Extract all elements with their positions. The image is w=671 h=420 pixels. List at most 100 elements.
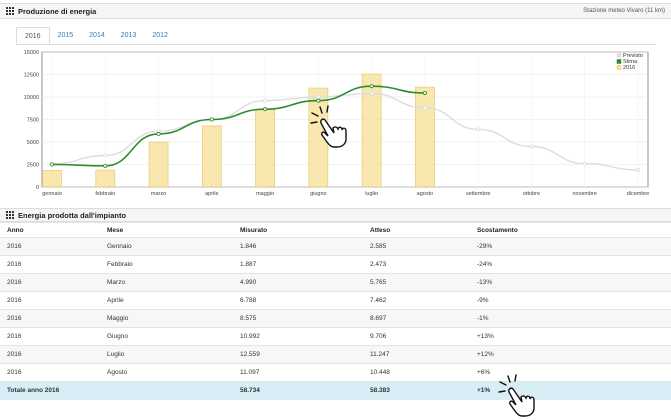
deviation-cell: -13% — [470, 273, 671, 292]
point-previsto — [636, 167, 641, 172]
point-previsto — [422, 105, 427, 110]
table-row: 2016 Gennaio 1.846 2.585 -29% — [0, 237, 671, 256]
year-cell: 2016 — [0, 309, 100, 328]
total-expected: 58.383 — [363, 381, 470, 400]
expected-cell: 5.765 — [363, 273, 470, 292]
expected-cell: 2.585 — [363, 237, 470, 256]
x-tick-label: gennaio — [42, 191, 62, 197]
table-header-row: Anno Mese Misurato Atteso Scostamento — [0, 222, 671, 238]
year-cell: 2016 — [0, 363, 100, 382]
point-stima — [422, 90, 427, 95]
table-row: 2016 Febbraio 1.887 2.473 -24% — [0, 255, 671, 274]
point-stima — [263, 107, 268, 112]
panel-title: Produzione di energia — [18, 6, 97, 16]
year-tabs: 2016 2015 2014 2013 2012 — [16, 27, 176, 45]
tab-2014[interactable]: 2014 — [81, 27, 113, 45]
measured-cell: 4.990 — [233, 273, 363, 292]
bar-aprile — [201, 125, 222, 188]
grid-icon — [6, 7, 14, 15]
year-cell: 2016 — [0, 291, 100, 310]
deviation-cell: +13% — [470, 327, 671, 346]
deviation-cell: -1% — [470, 309, 671, 328]
bar-febbraio — [95, 169, 116, 188]
y-tick-label: 5000 — [27, 140, 39, 146]
column-header[interactable]: Scostamento — [470, 222, 671, 238]
month-cell: Giugno — [100, 327, 233, 346]
x-tick-label: maggio — [256, 191, 274, 197]
point-stima — [316, 98, 321, 103]
column-header[interactable]: Atteso — [363, 222, 470, 238]
legend-swatch — [616, 65, 622, 70]
energy-table: Anno Mese Misurato Atteso Scostamento 20… — [0, 222, 671, 400]
total-month — [100, 381, 233, 400]
y-tick-label: 15000 — [24, 50, 39, 56]
measured-cell: 10.992 — [233, 327, 363, 346]
pointer-hand-icon — [310, 105, 347, 148]
pointer-hand-icon — [498, 374, 535, 417]
x-tick-label: febbraio — [95, 191, 115, 197]
tabs-divider — [16, 44, 656, 45]
column-header[interactable]: Anno — [0, 222, 100, 238]
y-tick-label: 7500 — [27, 118, 39, 124]
year-cell: 2016 — [0, 345, 100, 364]
deviation-cell: -29% — [470, 237, 671, 256]
tab-2015[interactable]: 2015 — [50, 27, 82, 45]
point-previsto — [103, 153, 108, 158]
x-tick-label: agosto — [417, 191, 434, 197]
month-cell: Gennaio — [100, 237, 233, 256]
year-cell: 2016 — [0, 327, 100, 346]
legend-swatch — [616, 53, 622, 58]
table-title: Energia prodotta dall'impianto — [18, 210, 127, 220]
table-row: 2016 Luglio 12.559 11.247 +12% — [0, 345, 671, 364]
bar-maggio — [255, 109, 275, 188]
y-tick-label: 0 — [36, 185, 39, 191]
bar-gennaio — [42, 170, 62, 188]
year-cell: 2016 — [0, 255, 100, 274]
point-previsto — [582, 161, 587, 166]
bar-marzo — [148, 141, 169, 188]
legend-swatch — [616, 59, 622, 64]
measured-cell: 12.559 — [233, 345, 363, 364]
x-tick-label: aprile — [205, 191, 218, 197]
x-tick-label: ottobre — [523, 191, 540, 197]
column-header[interactable]: Mese — [100, 222, 233, 238]
expected-cell: 2.473 — [363, 255, 470, 274]
point-stima — [369, 84, 374, 89]
x-tick-label: novembre — [572, 191, 596, 197]
year-cell: 2016 — [0, 237, 100, 256]
deviation-cell: -9% — [470, 291, 671, 310]
measured-cell: 1.887 — [233, 255, 363, 274]
expected-cell: 10.448 — [363, 363, 470, 382]
tab-2016[interactable]: 2016 — [16, 27, 50, 45]
legend-label: 2016 — [623, 65, 635, 71]
measured-cell: 1.846 — [233, 237, 363, 256]
x-tick-label: dicembre — [627, 191, 650, 197]
y-tick-label: 2500 — [27, 163, 39, 169]
point-previsto — [369, 91, 374, 96]
tab-2013[interactable]: 2013 — [113, 27, 145, 45]
column-header[interactable]: Misurato — [233, 222, 363, 238]
energy-production-header: Produzione di energia Stazione meteo Viv… — [0, 3, 671, 19]
month-cell: Febbraio — [100, 255, 233, 274]
measured-cell: 11.097 — [233, 363, 363, 382]
expected-cell: 8.697 — [363, 309, 470, 328]
deviation-cell: -24% — [470, 255, 671, 274]
grid-icon — [6, 211, 14, 219]
point-stima — [103, 163, 108, 168]
table-row: 2016 Giugno 10.992 9.706 +13% — [0, 327, 671, 346]
point-previsto — [476, 127, 481, 132]
table-row: 2016 Agosto 11.097 10.448 +6% — [0, 363, 671, 382]
total-row: Totale anno 2016 58.734 58.383 +1% — [0, 381, 671, 400]
measured-cell: 6.788 — [233, 291, 363, 310]
table-row: 2016 Aprile 6.788 7.462 -9% — [0, 291, 671, 310]
total-label: Totale anno 2016 — [0, 381, 100, 400]
point-stima — [50, 162, 55, 167]
point-stima — [209, 117, 214, 122]
x-tick-label: settembre — [466, 191, 490, 197]
expected-cell: 7.462 — [363, 291, 470, 310]
expected-cell: 9.706 — [363, 327, 470, 346]
tab-2012[interactable]: 2012 — [144, 27, 176, 45]
month-cell: Agosto — [100, 363, 233, 382]
total-measured: 58.734 — [233, 381, 363, 400]
table-row: 2016 Maggio 8.575 8.697 -1% — [0, 309, 671, 328]
